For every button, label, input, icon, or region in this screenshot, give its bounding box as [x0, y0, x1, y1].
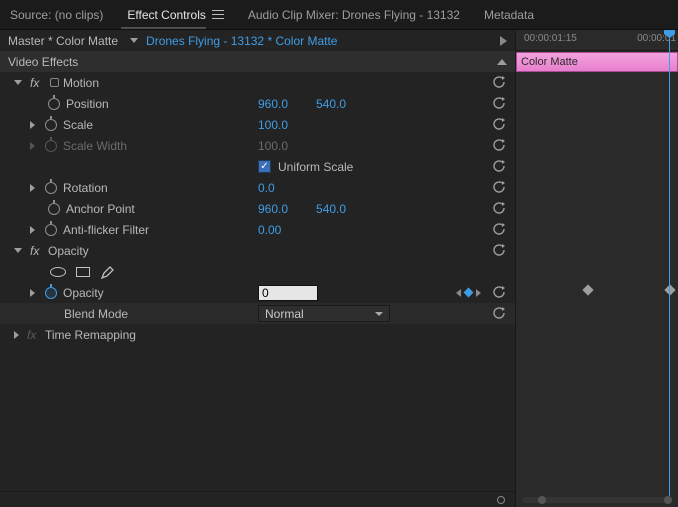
- label-scale-width: Scale Width: [63, 139, 127, 153]
- toggle-time-remap[interactable]: [14, 331, 19, 339]
- toggle-rotation[interactable]: [30, 184, 35, 192]
- label-uniform-scale: Uniform Scale: [278, 160, 353, 174]
- reset-position[interactable]: [492, 97, 507, 110]
- mask-rect-icon[interactable]: [76, 267, 90, 277]
- value-anchor-x[interactable]: 960.0: [258, 202, 288, 216]
- value-opacity-input[interactable]: [258, 285, 318, 301]
- stopwatch-flicker[interactable]: [45, 224, 57, 236]
- reset-motion[interactable]: [492, 76, 507, 89]
- keyframe-marker[interactable]: [664, 284, 675, 295]
- collapse-up-icon[interactable]: [497, 59, 507, 65]
- label-scale: Scale: [63, 118, 93, 132]
- reset-opacity-group[interactable]: [492, 244, 507, 257]
- playhead[interactable]: [669, 30, 670, 496]
- value-flicker[interactable]: 0.00: [258, 223, 281, 237]
- clip-bar[interactable]: Color Matte: [516, 52, 678, 72]
- zoom-handle-left[interactable]: [538, 496, 546, 504]
- fx-badge-icon[interactable]: fx: [30, 244, 48, 258]
- reset-scale[interactable]: [492, 118, 507, 131]
- stopwatch-anchor[interactable]: [48, 203, 60, 215]
- mask-ellipse-icon[interactable]: [50, 267, 66, 277]
- value-rotation[interactable]: 0.0: [258, 181, 275, 195]
- fx-badge-icon[interactable]: fx: [27, 328, 45, 342]
- next-keyframe-icon[interactable]: [476, 289, 481, 297]
- toggle-motion[interactable]: [14, 80, 22, 85]
- time-ruler[interactable]: 00:00:01:15 00:00:01: [516, 30, 678, 51]
- mask-pen-icon[interactable]: [100, 264, 116, 280]
- reset-rotation[interactable]: [492, 181, 507, 194]
- toggle-opacity[interactable]: [14, 248, 22, 253]
- fx-badge-icon[interactable]: fx: [30, 76, 48, 90]
- timeline-link-icon[interactable]: [497, 496, 505, 504]
- value-scale-width: 100.0: [258, 139, 288, 153]
- opacity-title: Opacity: [48, 244, 89, 258]
- reset-opacity[interactable]: [492, 286, 507, 299]
- reset-uniform-scale[interactable]: [492, 160, 507, 173]
- label-anchor: Anchor Point: [66, 202, 135, 216]
- toggle-scale-width[interactable]: [30, 142, 35, 150]
- value-anchor-y[interactable]: 540.0: [316, 202, 346, 216]
- select-blend-mode[interactable]: Normal: [258, 305, 390, 322]
- label-blend-mode: Blend Mode: [64, 307, 128, 321]
- tab-metadata[interactable]: Metadata: [484, 8, 534, 22]
- label-opacity: Opacity: [63, 286, 104, 300]
- tab-source[interactable]: Source: (no clips): [10, 8, 103, 22]
- reset-scale-width[interactable]: [492, 139, 507, 152]
- toggle-opacity-prop[interactable]: [30, 289, 35, 297]
- motion-title: Motion: [63, 76, 99, 90]
- timecode-1: 00:00:01:15: [524, 33, 577, 44]
- panel-menu-icon[interactable]: [212, 10, 224, 20]
- prev-keyframe-icon[interactable]: [456, 289, 461, 297]
- stopwatch-scale-width: [45, 140, 57, 152]
- chevron-down-icon: [375, 312, 383, 316]
- stopwatch-scale[interactable]: [45, 119, 57, 131]
- tab-audio-clip-mixer[interactable]: Audio Clip Mixer: Drones Flying - 13132: [248, 8, 460, 22]
- timeline-zoom-scroll[interactable]: [522, 497, 672, 503]
- effect-bypass-toggle[interactable]: [50, 78, 59, 87]
- add-keyframe-icon[interactable]: [464, 288, 474, 298]
- label-position: Position: [66, 97, 109, 111]
- master-clip-name: Master * Color Matte: [8, 34, 118, 48]
- value-position-y[interactable]: 540.0: [316, 97, 346, 111]
- sequence-clip-name[interactable]: Drones Flying - 13132 * Color Matte: [146, 34, 337, 48]
- reset-blend[interactable]: [492, 307, 507, 320]
- section-video-effects: Video Effects: [8, 55, 78, 69]
- tab-effect-controls[interactable]: Effect Controls: [127, 8, 223, 22]
- value-scale[interactable]: 100.0: [258, 118, 288, 132]
- keyframe-marker[interactable]: [582, 284, 593, 295]
- stopwatch-rotation[interactable]: [45, 182, 57, 194]
- toggle-flicker[interactable]: [30, 226, 35, 234]
- toggle-scale[interactable]: [30, 121, 35, 129]
- stopwatch-opacity[interactable]: [45, 287, 57, 299]
- label-rotation: Rotation: [63, 181, 108, 195]
- chevron-down-icon[interactable]: [130, 38, 138, 43]
- label-flicker: Anti-flicker Filter: [63, 223, 149, 237]
- checkbox-uniform-scale[interactable]: ✓: [258, 160, 271, 173]
- play-icon[interactable]: [500, 36, 507, 46]
- stopwatch-position[interactable]: [48, 98, 60, 110]
- reset-flicker[interactable]: [492, 223, 507, 236]
- value-position-x[interactable]: 960.0: [258, 97, 288, 111]
- zoom-handle-right[interactable]: [664, 496, 672, 504]
- time-remap-title: Time Remapping: [45, 328, 136, 342]
- reset-anchor[interactable]: [492, 202, 507, 215]
